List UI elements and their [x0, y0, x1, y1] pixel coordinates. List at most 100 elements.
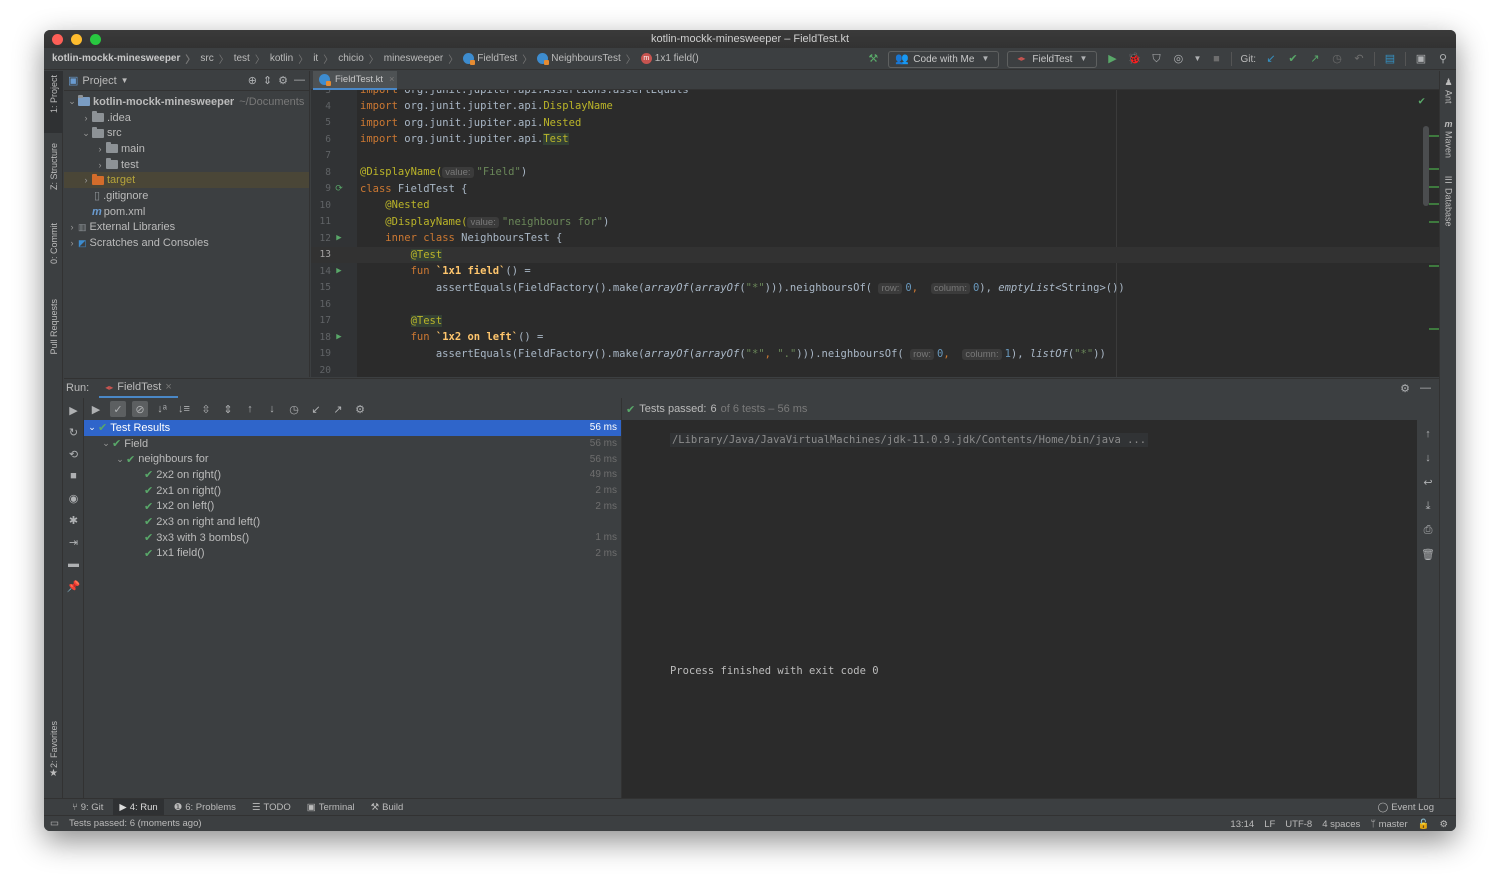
dump-threads-icon[interactable]: ◉ — [66, 490, 82, 506]
line-separator[interactable]: LF — [1264, 819, 1275, 830]
debug-icon[interactable]: ✱ — [66, 512, 82, 528]
expand-all-icon[interactable]: ⇳ — [198, 401, 214, 417]
show-ignored-icon[interactable]: ⊘ — [132, 401, 148, 417]
tree-item[interactable]: m pom.xml — [64, 204, 309, 220]
scroll-down-icon[interactable]: ↓ — [1420, 450, 1436, 466]
test-row[interactable]: ⌄ ✔ neighbours for 56 ms — [84, 451, 621, 467]
rollback-icon[interactable]: ↶ — [1352, 52, 1366, 66]
sort-by-duration-icon[interactable]: ↓≡ — [176, 401, 192, 417]
gear-icon[interactable]: ⚙ — [1400, 382, 1410, 395]
gear-icon[interactable]: ⚙ — [278, 74, 288, 87]
git-commit-icon[interactable]: ✔ — [1286, 52, 1300, 66]
collapse-all-icon[interactable]: ⇕ — [263, 74, 272, 87]
debug-icon[interactable]: 🐞 — [1127, 52, 1142, 66]
tool-tab-ant[interactable]: ♟ Ant — [1440, 77, 1456, 104]
tree-item[interactable]: › test — [64, 157, 309, 173]
exit-icon[interactable]: ⇥ — [66, 534, 82, 550]
test-row[interactable]: ✔ 2x1 on right() 2 ms — [84, 483, 621, 499]
test-row[interactable]: ⌄ ✔ Test Results 56 ms — [84, 420, 621, 436]
breadcrumb-item[interactable]: minesweeper 〉 — [384, 51, 463, 66]
close-window-button[interactable] — [52, 34, 63, 45]
tool-tab-terminal[interactable]: ▣ Terminal — [301, 799, 361, 816]
collapse-arrow-icon[interactable]: › — [94, 160, 106, 170]
tree-item[interactable]: ⌄ kotlin-mockk-minesweeper ~/Documents — [64, 94, 309, 110]
indent-setting[interactable]: 4 spaces — [1322, 819, 1360, 830]
soft-wrap-icon[interactable]: ↩ — [1420, 474, 1436, 490]
next-failed-icon[interactable]: ↓ — [264, 401, 280, 417]
gear-icon[interactable]: ⚙ — [352, 401, 368, 417]
print-icon[interactable]: ⎙ — [1420, 522, 1436, 538]
rerun-icon[interactable]: ▶ — [66, 402, 82, 418]
tree-item[interactable]: › .idea — [64, 110, 309, 126]
collapse-arrow-icon[interactable]: › — [80, 175, 92, 185]
tree-item[interactable]: ⌄ src — [64, 125, 309, 141]
git-update-icon[interactable]: ↙ — [1264, 52, 1278, 66]
collapse-all-icon[interactable]: ⇕ — [220, 401, 236, 417]
history-icon[interactable]: ◷ — [1330, 52, 1344, 66]
breadcrumb-item[interactable]: NeighboursTest 〉 — [537, 51, 640, 66]
breadcrumb-item[interactable]: test 〉 — [234, 51, 270, 66]
hide-icon[interactable]: — — [294, 74, 305, 87]
maximize-window-button[interactable] — [90, 34, 101, 45]
tool-tab-problems[interactable]: ❶ 6: Problems — [168, 799, 242, 816]
tool-tab-database[interactable]: ☰ Database — [1440, 175, 1456, 227]
test-row[interactable]: ⌄ ✔ Field 56 ms — [84, 436, 621, 452]
file-encoding[interactable]: UTF-8 — [1285, 819, 1312, 830]
import-tests-icon[interactable]: ↙ — [308, 401, 324, 417]
tree-item[interactable]: › ◩ Scratches and Consoles — [64, 235, 309, 251]
event-log-button[interactable]: ◯ Event Log — [1378, 799, 1434, 816]
run-config-select[interactable]: ◂▸ FieldTest ▼ — [1007, 50, 1098, 68]
tool-tab-pull-requests[interactable]: Pull Requests — [44, 299, 63, 379]
expand-arrow-icon[interactable]: ⌄ — [100, 438, 112, 449]
presentation-icon[interactable]: ▣ — [1414, 52, 1428, 66]
collapse-arrow-icon[interactable]: › — [94, 144, 106, 154]
tool-tab-todo[interactable]: ☰ TODO — [246, 799, 297, 816]
tool-tab-maven[interactable]: m Maven — [1440, 119, 1456, 158]
run-test-icon[interactable]: ▶ — [331, 266, 347, 276]
expand-arrow-icon[interactable]: ⌄ — [66, 96, 78, 107]
profile-icon[interactable]: ◎ — [1171, 52, 1185, 66]
run-test-class-icon[interactable]: ⟳ — [331, 184, 347, 194]
scroll-up-icon[interactable]: ↑ — [1420, 426, 1436, 442]
editor-tab-fieldtest[interactable]: FieldTest.kt × — [313, 71, 397, 90]
pin-icon[interactable]: 📌 — [66, 578, 82, 594]
inspector-icon[interactable]: ⚙ — [1439, 819, 1448, 830]
locate-icon[interactable]: ⊕ — [248, 74, 257, 87]
test-row[interactable]: ✔ 3x3 with 3 bombs() 1 ms — [84, 530, 621, 546]
lock-icon[interactable]: 🔓 — [1418, 819, 1430, 830]
close-tab-icon[interactable]: × — [165, 381, 171, 393]
status-message[interactable]: Tests passed: 6 (moments ago) — [69, 818, 202, 829]
layout-icon[interactable]: ▬ — [66, 556, 82, 572]
expand-arrow-icon[interactable]: ⌄ — [114, 454, 126, 465]
tool-tab-project[interactable]: 1: Project — [44, 71, 63, 133]
chevron-down-icon[interactable]: ▼ — [121, 76, 129, 85]
tool-tab-commit[interactable]: 0: Commit — [44, 223, 63, 289]
code-with-me-button[interactable]: 👥 Code with Me ▼ — [888, 50, 1000, 68]
tree-item[interactable]: › main — [64, 141, 309, 157]
close-tab-icon[interactable]: × — [389, 74, 395, 85]
stop-icon[interactable]: ■ — [1209, 52, 1223, 66]
breadcrumb-item[interactable]: m 1x1 field() — [640, 53, 699, 64]
test-row[interactable]: ✔ 2x3 on right and left() — [84, 514, 621, 530]
toggle-auto-test-icon[interactable]: ⟲ — [66, 446, 82, 462]
project-view-select[interactable]: Project — [82, 75, 116, 87]
run-tab-fieldtest[interactable]: ◂▸ FieldTest × — [99, 379, 178, 398]
breadcrumb-item[interactable]: FieldTest 〉 — [463, 51, 537, 66]
sort-alphabetically-icon[interactable]: ↓ᵃ — [154, 401, 170, 417]
breadcrumb-item[interactable]: chicio 〉 — [338, 51, 384, 66]
tool-tab-favorites[interactable]: 2: Favorites ★ — [44, 721, 63, 791]
trash-icon[interactable]: 🗑 — [1420, 546, 1436, 562]
show-passed-icon[interactable]: ✓ — [110, 401, 126, 417]
no-problems-check-icon[interactable]: ✔ — [1418, 94, 1425, 107]
collapse-arrow-icon[interactable]: › — [80, 113, 92, 123]
breadcrumb-item[interactable]: kotlin-mockk-minesweeper 〉 — [52, 51, 200, 66]
toggle-tool-windows-icon[interactable]: ▭ — [50, 818, 59, 829]
search-icon[interactable]: ⚲ — [1436, 52, 1450, 66]
project-structure-icon[interactable]: ▤ — [1383, 52, 1397, 66]
code-editor[interactable]: 3 import org.junit.jupiter.api.Assertion… — [311, 90, 1439, 377]
tool-tab-git[interactable]: ⑂ 9: Git — [66, 799, 109, 816]
run-icon[interactable]: ▶ — [1105, 52, 1119, 66]
run-test-icon[interactable]: ▶ — [331, 332, 347, 342]
test-history-icon[interactable]: ◷ — [286, 401, 302, 417]
caret-position[interactable]: 13:14 — [1230, 819, 1254, 830]
